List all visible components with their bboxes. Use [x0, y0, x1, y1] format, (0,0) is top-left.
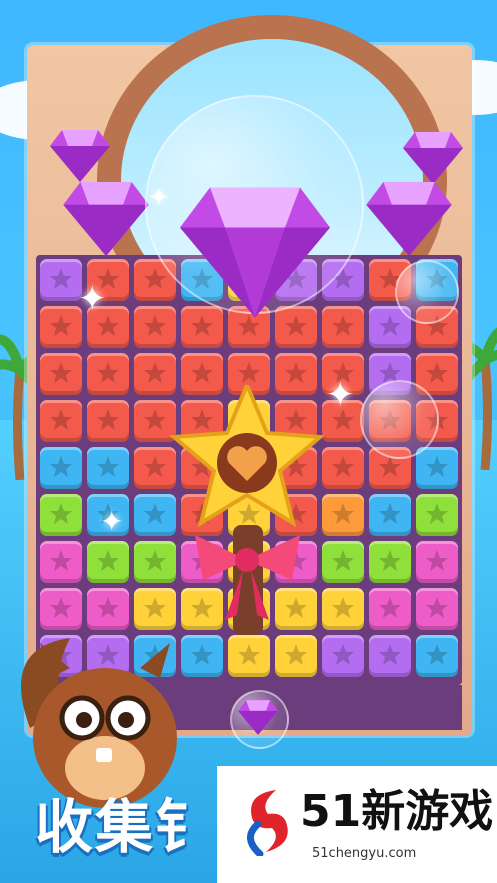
star-tile-red[interactable] — [87, 353, 129, 395]
bubble — [395, 260, 459, 324]
star-icon — [50, 503, 72, 524]
sparkle-icon: ✦ — [100, 505, 124, 538]
star-icon — [426, 597, 448, 618]
star-icon — [332, 503, 354, 524]
star-icon — [97, 456, 119, 477]
star-icon — [238, 644, 260, 665]
star-icon — [144, 550, 166, 571]
sparkle-icon: ✦ — [326, 375, 355, 415]
star-icon — [379, 644, 401, 665]
star-icon — [426, 362, 448, 383]
star-tile-red[interactable] — [134, 306, 176, 348]
star-tile-green[interactable] — [416, 494, 458, 536]
watermark-number: 51 — [300, 786, 362, 837]
watermark-brand: 新游戏 — [361, 786, 494, 837]
star-tile-blue[interactable] — [87, 447, 129, 489]
star-tile-yellow[interactable] — [228, 635, 270, 677]
gem-icon — [63, 182, 149, 256]
star-tile-red[interactable] — [40, 306, 82, 348]
star-icon — [332, 315, 354, 336]
star-icon — [238, 362, 260, 383]
star-tile-blue[interactable] — [181, 635, 223, 677]
star-tile-blue[interactable] — [416, 447, 458, 489]
star-icon — [191, 644, 213, 665]
star-tile-green[interactable] — [369, 541, 411, 583]
star-icon — [144, 456, 166, 477]
gem-icon — [403, 132, 463, 184]
star-tile-red[interactable] — [40, 400, 82, 442]
watermark-logo-icon — [247, 790, 288, 856]
star-icon — [97, 550, 119, 571]
star-tile-pink[interactable] — [416, 588, 458, 630]
gem-icon — [366, 182, 452, 256]
promo-caption: 收集钅 — [35, 793, 216, 861]
star-icon — [144, 503, 166, 524]
star-icon — [332, 644, 354, 665]
star-icon — [426, 456, 448, 477]
star-icon — [50, 456, 72, 477]
star-tile-pink[interactable] — [416, 541, 458, 583]
star-icon — [144, 409, 166, 430]
star-icon — [379, 503, 401, 524]
star-icon — [50, 268, 72, 289]
star-tile-blue[interactable] — [40, 447, 82, 489]
star-icon — [285, 362, 307, 383]
star-tile-blue[interactable] — [416, 635, 458, 677]
star-tile-blue[interactable] — [369, 494, 411, 536]
star-icon — [97, 362, 119, 383]
sparkle-icon: ✦ — [78, 279, 107, 319]
star-tile-purple[interactable] — [369, 635, 411, 677]
star-icon — [50, 550, 72, 571]
star-icon — [379, 550, 401, 571]
bubble — [360, 380, 439, 459]
star-tile-pink[interactable] — [369, 588, 411, 630]
gem-icon — [238, 700, 278, 735]
star-icon — [379, 597, 401, 618]
star-icon — [50, 315, 72, 336]
star-tile-red[interactable] — [40, 353, 82, 395]
star-icon — [144, 268, 166, 289]
star-icon — [191, 362, 213, 383]
star-tile-green[interactable] — [87, 541, 129, 583]
star-icon — [426, 503, 448, 524]
star-icon — [332, 597, 354, 618]
star-icon — [144, 315, 166, 336]
star-icon — [332, 550, 354, 571]
star-icon — [50, 409, 72, 430]
star-icon — [426, 550, 448, 571]
sparkle-icon: ✦ — [148, 183, 170, 213]
star-icon — [144, 597, 166, 618]
watermark-url: 51chengyu.com — [312, 846, 417, 861]
star-tile-pink[interactable] — [40, 541, 82, 583]
star-icon — [285, 644, 307, 665]
star-icon — [97, 597, 119, 618]
star-tile-purple[interactable] — [40, 259, 82, 301]
gem-icon — [50, 130, 110, 182]
star-icon — [50, 362, 72, 383]
star-icon — [426, 644, 448, 665]
star-icon — [144, 362, 166, 383]
large-gem-icon — [180, 187, 330, 318]
watermark-title: 51新游戏 — [300, 790, 493, 834]
star-tile-purple[interactable] — [322, 635, 364, 677]
star-tile-red[interactable] — [87, 400, 129, 442]
game-scene: ✦ ✦ ✦ ✦ 收集钅 51新游戏 51chengyu.com — [0, 0, 497, 883]
star-icon — [332, 456, 354, 477]
star-tile-yellow[interactable] — [275, 635, 317, 677]
star-icon — [50, 597, 72, 618]
star-wand-icon — [168, 385, 326, 635]
star-tile-green[interactable] — [40, 494, 82, 536]
star-icon — [379, 315, 401, 336]
star-icon — [97, 409, 119, 430]
